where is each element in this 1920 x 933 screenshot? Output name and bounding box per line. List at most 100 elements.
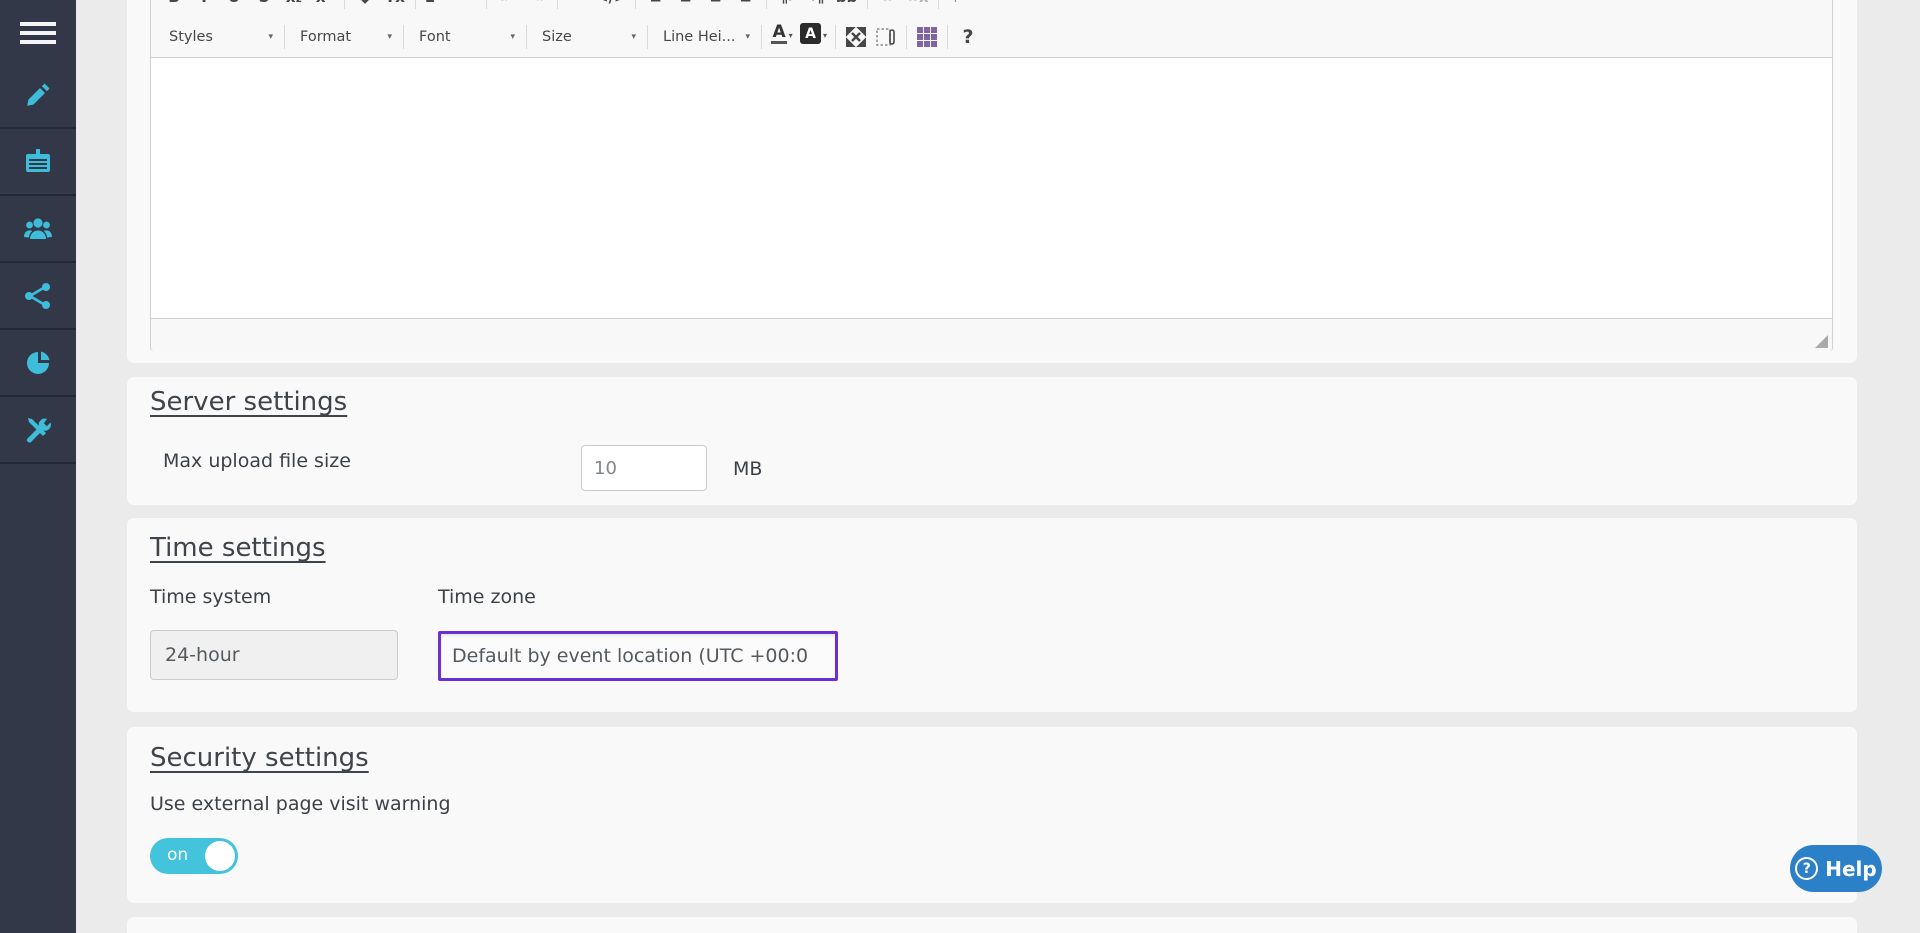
italic-button[interactable]: I: [189, 0, 219, 11]
hamburger-menu-icon[interactable]: [20, 22, 56, 44]
strikethrough-button[interactable]: S: [249, 0, 279, 11]
toolbar-separator: [486, 0, 487, 9]
toolbar-separator: [635, 0, 636, 9]
question-circle-icon: ?: [1795, 857, 1818, 880]
chevron-down-icon: ▾: [510, 32, 515, 42]
text-direction-ltr-button[interactable]: ¶›: [772, 0, 802, 11]
help-button-label: Help: [1825, 857, 1876, 881]
help-button[interactable]: ? Help: [1790, 845, 1882, 892]
font-dropdown-label: Font: [419, 29, 451, 45]
styles-dropdown[interactable]: Styles▾: [159, 22, 279, 52]
show-blocks-button[interactable]: [871, 23, 901, 51]
people-group-icon: [22, 213, 54, 245]
pencil-icon: [22, 79, 54, 111]
align-left-button[interactable]: ≡: [641, 0, 671, 11]
chevron-down-icon: ▾: [789, 31, 793, 40]
format-dropdown[interactable]: Format ▾: [290, 22, 398, 52]
text-direction-rtl-button[interactable]: ‹¶: [802, 0, 832, 11]
font-dropdown[interactable]: Font ▾: [409, 22, 521, 52]
background-color-icon: A: [800, 23, 821, 44]
max-upload-input[interactable]: [581, 445, 707, 491]
code-snippet-button[interactable]: </>: [593, 0, 630, 11]
rich-text-editor: BIUSx₂x²◆Tx1=•=⇤⇥❝</>≡≡≡≡¶›‹¶bb∞∞x⚑ Styl…: [150, 0, 1833, 351]
bulleted-list-button[interactable]: •=: [451, 0, 481, 11]
max-upload-label: Max upload file size: [163, 450, 351, 472]
blockquote-button[interactable]: ❝: [563, 0, 593, 11]
toolbar-separator: [526, 25, 527, 49]
chevron-down-icon: ▾: [823, 31, 827, 40]
line-height-dropdown[interactable]: Line Hei... ▾: [653, 22, 756, 52]
time-system-label: Time system: [150, 586, 271, 608]
toolbar-separator: [647, 25, 648, 49]
subscript-button[interactable]: x₂: [279, 0, 309, 11]
numbered-list-button[interactable]: 1=: [421, 0, 451, 11]
toolbar-separator: [344, 0, 345, 9]
sidebar-item-stats[interactable]: [0, 330, 76, 397]
time-settings-title: Time settings: [150, 533, 326, 563]
chevron-down-icon: ▾: [746, 32, 751, 42]
toggle-knob: [205, 841, 235, 871]
background-color-button[interactable]: A ▾: [797, 23, 830, 51]
toolbar-separator: [284, 25, 285, 49]
time-settings-card: Time settings Time system Time zone 24-h…: [127, 518, 1857, 712]
text-color-button[interactable]: A ▾: [767, 23, 797, 51]
external-warning-label: Use external page visit warning: [150, 793, 451, 815]
max-upload-unit: MB: [733, 458, 762, 480]
sidebar-item-settings[interactable]: [0, 397, 76, 464]
link-button[interactable]: ∞: [873, 0, 903, 11]
format-dropdown-label: Format: [300, 29, 351, 45]
size-dropdown[interactable]: Size▾: [532, 22, 642, 52]
editor-content-area[interactable]: [151, 58, 1832, 318]
toolbar-separator: [938, 0, 939, 9]
sidebar: [0, 0, 76, 933]
copy-formatting-button[interactable]: ◆: [350, 0, 380, 11]
security-settings-title: Security settings: [150, 743, 369, 773]
maximize-button[interactable]: [841, 23, 871, 51]
increase-indent-button[interactable]: ⇥: [522, 0, 552, 11]
align-right-button[interactable]: ≡: [701, 0, 731, 11]
table-button[interactable]: [912, 23, 942, 51]
bold-button[interactable]: B: [159, 0, 189, 11]
time-zone-label: Time zone: [438, 586, 536, 608]
time-system-field[interactable]: 24-hour: [150, 630, 398, 680]
decrease-indent-button[interactable]: ⇤: [492, 0, 522, 11]
remove-format-button[interactable]: Tx: [380, 0, 410, 11]
maximize-icon: [846, 27, 866, 47]
tools-icon: [22, 414, 54, 446]
line-height-dropdown-label: Line Hei...: [663, 29, 736, 45]
toolbar-separator: [557, 0, 558, 9]
underline-button[interactable]: U: [219, 0, 249, 11]
toolbar-separator: [906, 25, 907, 49]
align-justify-button[interactable]: ≡: [731, 0, 761, 11]
sidebar-item-edit[interactable]: [0, 62, 76, 129]
badge-card-icon: [22, 146, 54, 178]
server-settings-card: Server settings Max upload file size MB: [127, 377, 1857, 505]
sidebar-item-people[interactable]: [0, 196, 76, 263]
toolbar-separator: [766, 0, 767, 9]
superscript-button[interactable]: x²: [309, 0, 339, 11]
external-warning-toggle[interactable]: on: [150, 838, 238, 874]
toolbar-separator: [867, 0, 868, 9]
show-blocks-icon: [875, 26, 897, 48]
align-center-button[interactable]: ≡: [671, 0, 701, 11]
chevron-down-icon: ▾: [268, 32, 273, 42]
resize-grip-icon[interactable]: [1815, 335, 1828, 348]
anchor-flag-button[interactable]: ⚑: [944, 0, 974, 11]
table-grid-icon: [917, 27, 937, 47]
toolbar-separator: [947, 25, 948, 49]
toolbar-separator: [761, 25, 762, 49]
share-nodes-icon: [22, 280, 54, 312]
sidebar-item-badge[interactable]: [0, 129, 76, 196]
time-zone-select[interactable]: Default by event location (UTC +00:0: [438, 631, 838, 681]
unlink-button[interactable]: ∞x: [903, 0, 933, 11]
toolbar-separator: [835, 25, 836, 49]
server-settings-title: Server settings: [150, 387, 347, 417]
chevron-down-icon: ▾: [387, 32, 392, 42]
chevron-down-icon: ▾: [631, 32, 636, 42]
text-color-icon: A: [771, 23, 786, 44]
about-editor-button[interactable]: ?: [953, 23, 983, 51]
editor-toolbar: BIUSx₂x²◆Tx1=•=⇤⇥❝</>≡≡≡≡¶›‹¶bb∞∞x⚑ Styl…: [151, 0, 1832, 58]
sidebar-item-share[interactable]: [0, 263, 76, 330]
bidi-override-button[interactable]: bb: [832, 0, 862, 11]
toolbar-separator: [415, 0, 416, 9]
